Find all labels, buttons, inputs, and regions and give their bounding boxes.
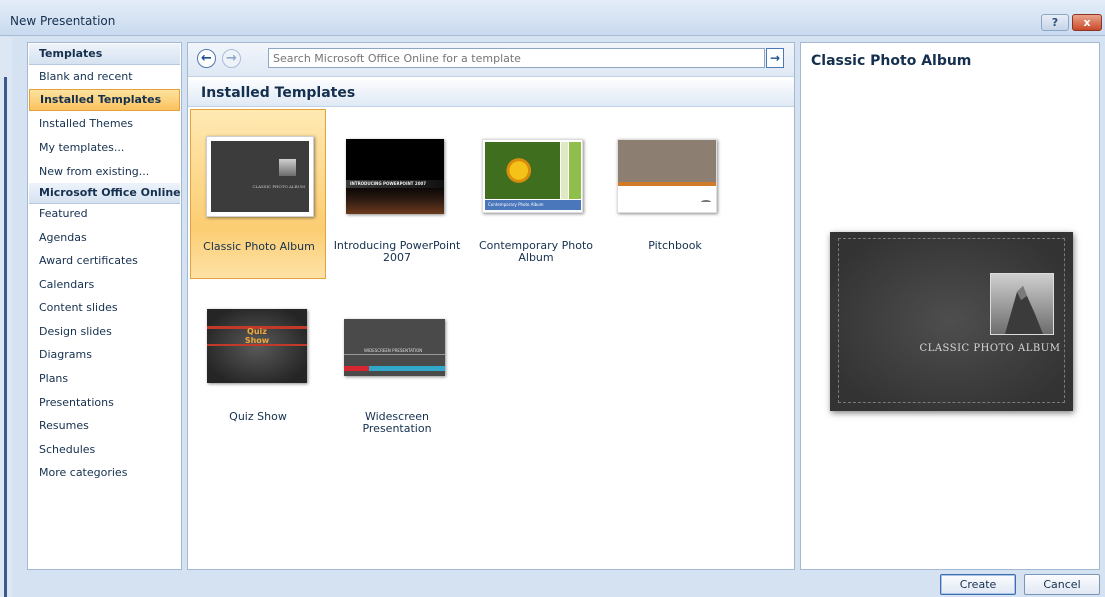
search-go-button[interactable]: → — [766, 48, 784, 68]
thumbnail-text: CLASSIC PHOTO ALBUM — [252, 184, 305, 189]
template-label: Contemporary Photo Album — [478, 239, 594, 264]
search-toolbar: ← → → — [188, 43, 794, 77]
nav-item-agendas[interactable]: Agendas — [29, 227, 180, 249]
nav-header-microsoft-office-online: Microsoft Office Online — [29, 183, 181, 204]
thumbnail-slide: CLASSIC PHOTO ALBUM — [211, 141, 309, 212]
template-tile-widescreen-presentation[interactable]: WIDESCREEN PRESENTATION Widescreen Prese… — [329, 297, 465, 467]
nav-item-design-slides[interactable]: Design slides — [29, 321, 180, 343]
thumbnail-stripe — [561, 142, 568, 199]
nav-item-diagrams[interactable]: Diagrams — [29, 344, 180, 366]
nav-item-presentations[interactable]: Presentations — [29, 392, 180, 414]
template-thumbnail: Contemporary Photo Album — [482, 139, 583, 213]
template-tile-quiz-show[interactable]: Quiz Show Quiz Show — [190, 297, 326, 467]
template-categories-pane: Templates Blank and recent Installed Tem… — [27, 42, 182, 570]
template-tile-contemporary-photo-album[interactable]: Contemporary Photo Album Contemporary Ph… — [468, 109, 604, 279]
thumbnail-text: WIDESCREEN PRESENTATION — [364, 348, 423, 353]
template-thumbnail — [617, 139, 717, 213]
cancel-button[interactable]: Cancel — [1024, 574, 1100, 595]
thumbnail-accent — [344, 366, 369, 371]
window-title: New Presentation — [10, 14, 116, 28]
thumbnail-band — [618, 140, 716, 182]
thumbnail-accent — [618, 182, 716, 186]
nav-item-new-from-existing[interactable]: New from existing... — [29, 161, 180, 183]
close-button[interactable]: x — [1072, 14, 1102, 31]
preview-caption: CLASSIC PHOTO ALBUM — [919, 343, 1061, 354]
mountain-icon — [1005, 286, 1043, 334]
template-tile-pitchbook[interactable]: Pitchbook — [607, 109, 743, 279]
preview-title: Classic Photo Album — [811, 53, 972, 69]
nav-item-calendars[interactable]: Calendars — [29, 274, 180, 296]
thumbnail-stripe — [569, 142, 581, 199]
template-label: Pitchbook — [648, 239, 702, 252]
preview-slide: CLASSIC PHOTO ALBUM — [830, 232, 1073, 411]
title-bar: New Presentation ? x — [0, 0, 1105, 36]
arrow-right-icon: → — [769, 51, 781, 65]
template-label: Widescreen Presentation — [362, 410, 432, 435]
create-button[interactable]: Create — [940, 574, 1016, 595]
template-label: Quiz Show — [229, 410, 287, 423]
nav-item-schedules[interactable]: Schedules — [29, 439, 180, 461]
nav-header-templates: Templates — [29, 44, 180, 65]
arrow-left-icon: ← — [201, 51, 212, 66]
thumbnail-text: Quiz Show — [244, 327, 270, 345]
nav-item-resumes[interactable]: Resumes — [29, 415, 180, 437]
nav-item-content-slides[interactable]: Content slides — [29, 297, 180, 319]
templates-pane: ← → → Installed Templates CLASSIC PHOTO … — [187, 42, 795, 570]
template-thumbnail: Quiz Show — [207, 309, 307, 383]
template-tile-introducing-powerpoint-2007[interactable]: INTRODUCING POWERPOINT 2007 Introducing … — [329, 109, 465, 279]
template-label: Introducing PowerPoint 2007 — [333, 239, 461, 264]
back-button[interactable]: ← — [197, 49, 216, 68]
nav-item-installed-themes[interactable]: Installed Themes — [29, 113, 180, 135]
nav-item-more-categories[interactable]: More categories — [29, 462, 180, 484]
help-button[interactable]: ? — [1041, 14, 1069, 31]
thumbnail-text: Contemporary Photo Album — [485, 200, 581, 210]
template-thumbnail: WIDESCREEN PRESENTATION — [344, 319, 445, 376]
nav-item-award-certificates[interactable]: Award certificates — [29, 250, 180, 272]
thumbnail-text: INTRODUCING POWERPOINT 2007 — [350, 181, 427, 186]
window-left-edge — [0, 37, 12, 597]
photo-icon — [279, 159, 296, 176]
nav-item-installed-templates[interactable]: Installed Templates — [29, 89, 180, 111]
section-title: Installed Templates — [188, 80, 794, 107]
template-tile-classic-photo-album[interactable]: CLASSIC PHOTO ALBUM Classic Photo Album — [190, 109, 326, 279]
template-thumbnail: CLASSIC PHOTO ALBUM — [206, 136, 314, 217]
help-icon: ? — [1051, 16, 1059, 29]
template-label: Classic Photo Album — [203, 240, 315, 253]
photo-icon — [990, 273, 1054, 335]
forward-button[interactable]: → — [222, 49, 241, 68]
preview-pane: Classic Photo Album CLASSIC PHOTO ALBUM — [800, 42, 1100, 570]
nav-item-blank-and-recent[interactable]: Blank and recent — [29, 66, 180, 88]
background-strip — [4, 77, 7, 597]
nav-item-featured[interactable]: Featured — [29, 203, 180, 225]
thumbnail-accent — [369, 366, 445, 371]
search-input[interactable] — [268, 48, 765, 68]
nav-item-plans[interactable]: Plans — [29, 368, 180, 390]
close-icon: x — [1083, 16, 1091, 29]
nav-item-my-templates[interactable]: My templates... — [29, 137, 180, 159]
template-thumbnail: INTRODUCING POWERPOINT 2007 — [346, 139, 444, 214]
thumbnail-line — [344, 354, 445, 355]
sunflower-image — [485, 142, 560, 199]
arrow-right-icon: → — [226, 51, 237, 66]
swoosh-icon — [701, 200, 711, 204]
